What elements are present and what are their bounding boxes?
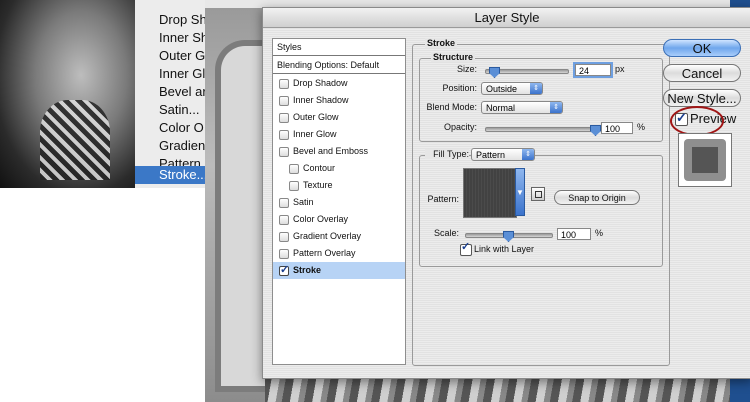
blend-mode-label: Blend Mode:	[426, 102, 477, 112]
style-item-label: Color Overlay	[293, 214, 349, 224]
style-item-checkbox[interactable]	[279, 214, 289, 225]
menu-item-outer-glow[interactable]: Outer G	[159, 48, 205, 63]
preview-stroke	[684, 139, 726, 181]
snap-to-origin-button[interactable]: Snap to Origin	[554, 190, 640, 205]
blending-options-item[interactable]: Blending Options: Default	[273, 57, 405, 74]
layer-style-menu: Drop Sh Inner Sh Outer G Inner Gl Bevel …	[135, 0, 215, 188]
size-field[interactable]: 24	[575, 64, 611, 76]
style-item-pattern-overlay[interactable]: Pattern Overlay	[273, 245, 405, 262]
chevron-updown-icon: ⇕	[550, 102, 562, 113]
fill-type-value: Pattern	[476, 150, 506, 160]
style-item-gradient-overlay[interactable]: Gradient Overlay	[273, 228, 405, 245]
style-item-checkbox[interactable]	[279, 231, 289, 242]
style-item-label: Stroke	[293, 265, 322, 275]
style-item-outer-glow[interactable]: Outer Glow	[273, 109, 405, 126]
style-item-inner-glow[interactable]: Inner Glow	[273, 126, 405, 143]
position-dropdown[interactable]: Outside ⇕	[481, 82, 543, 95]
size-unit: px	[615, 64, 625, 74]
style-item-checkbox[interactable]	[279, 95, 289, 106]
pattern-swatch[interactable]	[463, 168, 517, 218]
new-preset-icon[interactable]	[531, 187, 545, 201]
style-item-stroke[interactable]: Stroke	[273, 262, 405, 279]
menu-item-drop-shadow[interactable]: Drop Sh	[159, 12, 207, 27]
style-item-checkbox[interactable]	[289, 163, 299, 174]
style-item-label: Pattern Overlay	[293, 248, 356, 258]
menu-item-inner-shadow[interactable]: Inner Sh	[159, 30, 208, 45]
pattern-label: Pattern:	[427, 194, 459, 204]
style-item-label: Contour	[303, 163, 336, 173]
style-item-checkbox[interactable]	[279, 262, 289, 279]
chevron-updown-icon: ⇕	[530, 83, 542, 94]
fill-type-dropdown[interactable]: Pattern ⇕	[471, 148, 535, 161]
chevron-updown-icon: ⇕	[522, 149, 534, 160]
menu-item-bevel[interactable]: Bevel ar	[159, 84, 207, 99]
dialog-titlebar[interactable]: Layer Style	[263, 8, 750, 28]
menu-item-color-overlay[interactable]: Color O	[159, 120, 204, 135]
scale-unit: %	[595, 228, 604, 238]
blend-mode-dropdown[interactable]: Normal ⇕	[481, 101, 563, 114]
cancel-button[interactable]: Cancel	[663, 64, 741, 82]
style-item-checkbox[interactable]	[279, 78, 289, 89]
opacity-unit: %	[637, 122, 646, 132]
background-photo	[0, 0, 135, 188]
position-value: Outside	[486, 84, 518, 94]
menu-item-inner-glow[interactable]: Inner Gl	[159, 66, 205, 81]
style-item-satin[interactable]: Satin	[273, 194, 405, 211]
size-label: Size:	[456, 64, 477, 74]
scale-field[interactable]: 100	[557, 228, 591, 240]
preview-fill	[692, 147, 718, 173]
style-item-label: Satin	[293, 197, 314, 207]
style-item-checkbox[interactable]	[279, 129, 289, 140]
new-style-button[interactable]: New Style...	[663, 89, 741, 107]
styles-list-header[interactable]: Styles	[273, 39, 405, 56]
style-item-color-overlay[interactable]: Color Overlay	[273, 211, 405, 228]
style-item-checkbox[interactable]	[279, 248, 289, 259]
fill-type-label: Fill Type:	[425, 149, 469, 159]
preview-thumbnail	[678, 133, 732, 187]
link-with-layer-label: Link with Layer	[474, 244, 535, 254]
menu-item-gradient-overlay[interactable]: Gradien	[159, 138, 205, 153]
opacity-label: Opacity:	[443, 122, 477, 132]
opacity-slider[interactable]	[485, 127, 597, 132]
blend-mode-value: Normal	[486, 103, 516, 113]
style-item-label: Outer Glow	[293, 112, 339, 122]
style-item-checkbox[interactable]	[279, 112, 289, 123]
style-item-contour[interactable]: Contour	[273, 160, 405, 177]
pattern-picker-arrow[interactable]: ▼	[515, 168, 525, 216]
stroke-group-title: Stroke	[425, 38, 458, 48]
ok-button[interactable]: OK	[663, 39, 741, 57]
style-item-texture[interactable]: Texture	[273, 177, 405, 194]
style-item-label: Bevel and Emboss	[293, 146, 369, 156]
style-item-checkbox[interactable]	[279, 197, 289, 208]
menu-item-satin[interactable]: Satin...	[159, 102, 199, 117]
style-item-inner-shadow[interactable]: Inner Shadow	[273, 92, 405, 109]
structure-group-title: Structure	[431, 52, 476, 62]
link-with-layer-checkbox[interactable]	[460, 240, 472, 256]
style-item-checkbox[interactable]	[279, 146, 289, 157]
style-item-label: Inner Glow	[293, 129, 337, 139]
dialog-title: Layer Style	[474, 10, 540, 25]
scale-label: Scale:	[433, 228, 459, 238]
menu-item-stroke[interactable]: Stroke...	[135, 166, 215, 184]
style-item-label: Inner Shadow	[293, 95, 349, 105]
style-item-label: Texture	[303, 180, 333, 190]
style-item-label: Gradient Overlay	[293, 231, 362, 241]
annotation-circle	[670, 106, 724, 136]
layer-style-dialog: Layer Style Styles Blending Options: Def…	[262, 7, 750, 379]
style-item-drop-shadow[interactable]: Drop Shadow	[273, 75, 405, 92]
position-label: Position:	[442, 83, 477, 93]
style-item-label: Drop Shadow	[293, 78, 348, 88]
style-item-checkbox[interactable]	[289, 180, 299, 191]
opacity-field[interactable]: 100	[601, 122, 633, 134]
styles-list: Styles Blending Options: Default Drop Sh…	[272, 38, 406, 365]
style-item-bevel-and-emboss[interactable]: Bevel and Emboss	[273, 143, 405, 160]
